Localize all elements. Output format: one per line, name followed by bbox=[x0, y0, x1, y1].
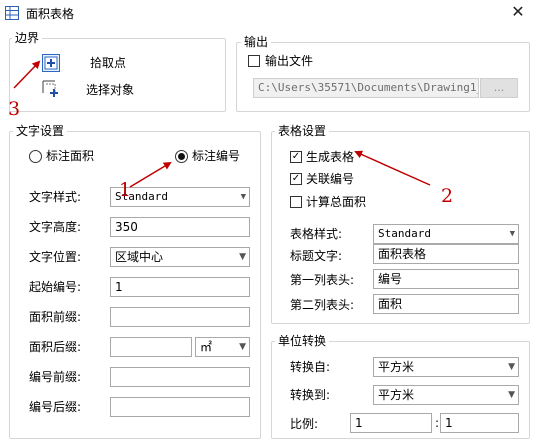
annotation-label-1: 1 bbox=[119, 179, 132, 201]
annotation-label-2: 2 bbox=[441, 185, 454, 207]
annotation-label-3: 3 bbox=[8, 98, 21, 120]
annotation-arrow-1 bbox=[129, 161, 172, 188]
annotation-arrow-2 bbox=[354, 150, 431, 186]
annotation-arrow-3 bbox=[13, 60, 41, 89]
annotation-arrows bbox=[13, 60, 431, 188]
